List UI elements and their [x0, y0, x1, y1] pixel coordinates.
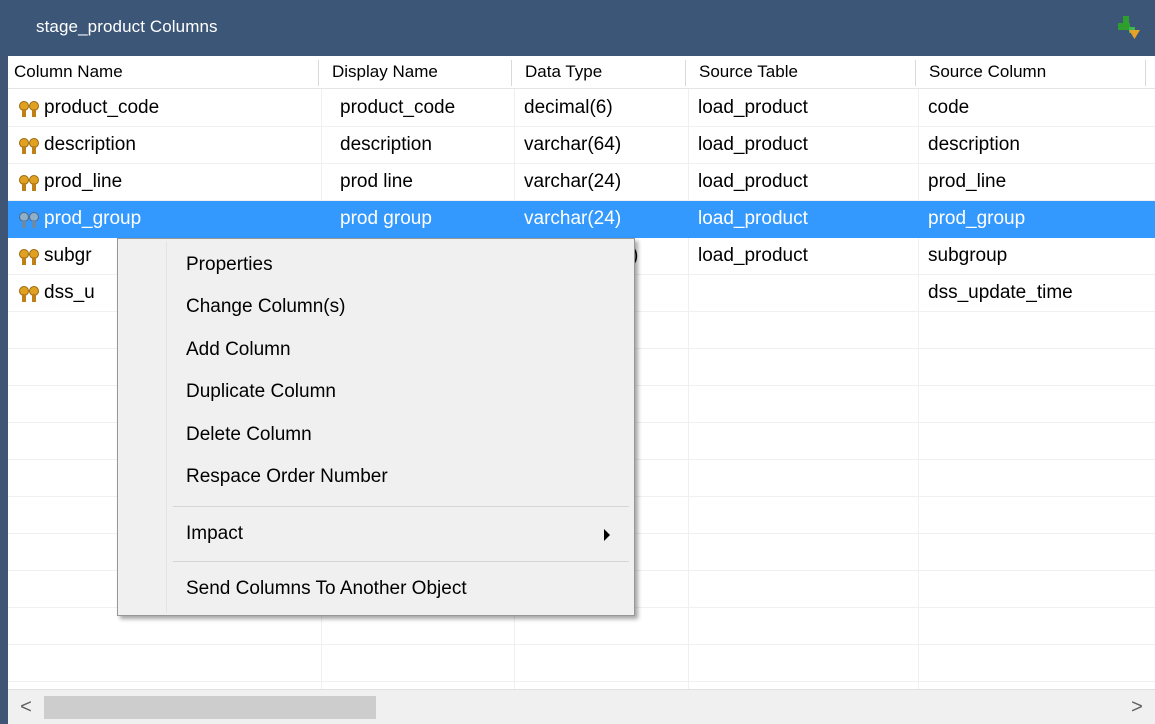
column-key-icon — [18, 137, 40, 155]
grid-divider — [8, 644, 1155, 645]
window-title: stage_product Columns — [36, 17, 218, 36]
scroll-left-icon[interactable]: < — [14, 695, 38, 719]
tree-arrow-icon[interactable] — [1117, 14, 1141, 40]
cell-source-column[interactable]: prod_line — [928, 164, 1148, 201]
cell-display-name[interactable]: product_code — [340, 90, 510, 127]
cell-source-table[interactable]: load_product — [698, 164, 913, 201]
header-source-table[interactable]: Source Table — [695, 56, 915, 89]
header-divider[interactable] — [915, 60, 916, 86]
menu-item-duplicate-column[interactable]: Duplicate Column — [118, 374, 634, 412]
cell-data-type[interactable]: ) — [632, 238, 682, 275]
header-column-name[interactable]: Column Name — [10, 56, 320, 89]
cell-data-type[interactable]: decimal(6) — [524, 90, 684, 127]
menu-separator — [173, 561, 629, 562]
cell-source-table[interactable] — [698, 275, 913, 312]
submenu-arrow-icon — [604, 529, 610, 541]
scroll-right-icon[interactable]: > — [1125, 695, 1149, 719]
menu-item-change-columns[interactable]: Change Column(s) — [118, 289, 634, 327]
column-key-icon — [18, 248, 40, 266]
cell-display-name[interactable]: description — [340, 127, 510, 164]
cell-source-column[interactable]: subgroup — [928, 238, 1148, 275]
cell-data-type[interactable]: varchar(24) — [524, 164, 684, 201]
cell-data-type[interactable]: varchar(64) — [524, 127, 684, 164]
cell-source-table[interactable]: load_product — [698, 238, 913, 275]
cell-source-table[interactable]: load_product — [698, 127, 913, 164]
menu-item-impact-label: Impact — [186, 523, 244, 544]
header-divider[interactable] — [685, 60, 686, 86]
cell-column-name[interactable]: prod_line — [44, 164, 318, 201]
cell-display-name[interactable]: prod line — [340, 164, 510, 201]
cell-source-table[interactable]: load_product — [698, 90, 913, 127]
table-row[interactable]: description description varchar(64) load… — [8, 127, 1155, 164]
column-key-icon — [18, 285, 40, 303]
menu-item-respace-order-number[interactable]: Respace Order Number — [118, 459, 634, 497]
menu-separator — [173, 506, 629, 507]
grid-divider — [8, 681, 1155, 682]
header-data-type[interactable]: Data Type — [521, 56, 691, 89]
table-row[interactable]: product_code product_code decimal(6) loa… — [8, 90, 1155, 127]
header-source-column[interactable]: Source Column — [925, 56, 1145, 89]
cell-column-name[interactable]: prod_group — [44, 201, 318, 238]
horizontal-scrollbar[interactable]: < > — [8, 689, 1155, 724]
header-display-name[interactable]: Display Name — [328, 56, 518, 89]
header-divider[interactable] — [318, 60, 319, 86]
menu-item-add-column[interactable]: Add Column — [118, 332, 634, 370]
table-row-selected[interactable]: prod_group prod group varchar(24) load_p… — [8, 201, 1155, 238]
column-key-icon — [18, 211, 40, 229]
cell-source-column[interactable]: code — [928, 90, 1148, 127]
menu-item-delete-column[interactable]: Delete Column — [118, 417, 634, 455]
column-key-icon — [18, 174, 40, 192]
window-titlebar[interactable]: stage_product Columns — [0, 0, 1155, 56]
menu-item-send-columns[interactable]: Send Columns To Another Object — [118, 571, 634, 609]
menu-item-impact[interactable]: Impact — [118, 516, 634, 554]
cell-column-name[interactable]: description — [44, 127, 318, 164]
header-divider[interactable] — [1145, 60, 1146, 86]
column-key-icon — [18, 100, 40, 118]
cell-source-column[interactable]: description — [928, 127, 1148, 164]
cell-display-name[interactable]: prod group — [340, 201, 510, 238]
grid-header: Column Name Display Name Data Type Sourc… — [8, 56, 1155, 89]
header-divider[interactable] — [511, 60, 512, 86]
menu-item-properties[interactable]: Properties — [118, 247, 634, 285]
table-row[interactable]: prod_line prod line varchar(24) load_pro… — [8, 164, 1155, 201]
columns-window: stage_product Columns Column Name Displa… — [0, 0, 1155, 724]
cell-source-table[interactable]: load_product — [698, 201, 913, 238]
cell-source-column[interactable]: dss_update_time — [928, 275, 1148, 312]
scrollbar-thumb[interactable] — [44, 696, 376, 719]
cell-column-name[interactable]: product_code — [44, 90, 318, 127]
cell-source-column[interactable]: prod_group — [928, 201, 1148, 238]
cell-data-type[interactable]: varchar(24) — [524, 201, 684, 238]
context-menu: Properties Change Column(s) Add Column D… — [117, 238, 635, 616]
